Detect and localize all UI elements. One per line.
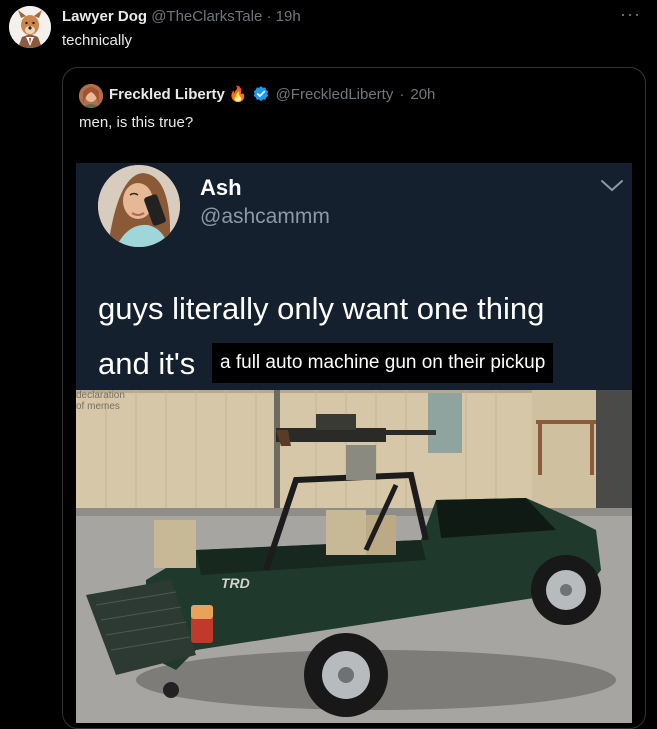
verified-badge-icon[interactable] bbox=[252, 85, 270, 103]
meme-handle: @ashcammm bbox=[200, 205, 330, 228]
timestamp[interactable]: 19h bbox=[276, 8, 301, 25]
watermark-line-1: declaration bbox=[76, 390, 125, 401]
meme-display-name: Ash bbox=[200, 175, 242, 200]
tweet-header: Lawyer Dog @TheClarksTale · 19h bbox=[62, 8, 301, 25]
separator: · bbox=[266, 8, 272, 25]
tweet-text: technically bbox=[62, 32, 133, 49]
quote-text: men, is this true? bbox=[79, 114, 194, 131]
truck-photo: TRD bbox=[76, 390, 632, 723]
more-options-icon[interactable]: ··· bbox=[620, 4, 641, 25]
fire-emoji: 🔥 bbox=[228, 86, 248, 103]
truck-badge: TRD bbox=[221, 575, 250, 591]
quote-author-avatar[interactable] bbox=[79, 84, 103, 108]
quote-timestamp[interactable]: 20h bbox=[410, 86, 435, 103]
meme-text-line-1: guys literally only want one thing bbox=[98, 291, 545, 326]
watermark: declaration of memes bbox=[76, 390, 125, 412]
author-handle[interactable]: @TheClarksTale bbox=[151, 8, 262, 25]
meme-caption: a full auto machine gun on their pickup bbox=[212, 343, 554, 383]
meme-image[interactable]: Ash @ashcammm guys literally only want o… bbox=[76, 163, 632, 723]
author-avatar[interactable] bbox=[9, 6, 51, 48]
author-name[interactable]: Lawyer Dog bbox=[62, 8, 147, 25]
chevron-down-icon bbox=[600, 179, 624, 198]
separator: · bbox=[399, 85, 405, 103]
quote-author-handle[interactable]: @FreckledLiberty bbox=[276, 86, 394, 103]
meme-text-line-2: and it's bbox=[98, 346, 196, 381]
ash-avatar bbox=[98, 165, 180, 247]
quote-header: Freckled Liberty 🔥 @FreckledLiberty · 20… bbox=[109, 85, 435, 104]
quoted-tweet[interactable]: Freckled Liberty 🔥 @FreckledLiberty · 20… bbox=[62, 67, 646, 729]
quote-author-name[interactable]: Freckled Liberty bbox=[109, 86, 225, 103]
watermark-line-2: of memes bbox=[76, 401, 120, 412]
